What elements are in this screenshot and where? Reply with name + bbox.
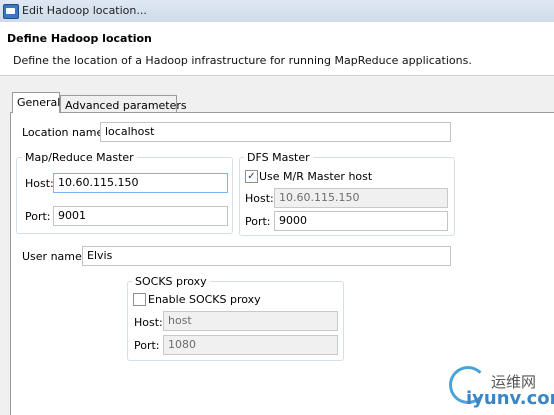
socks-host-label: Host: — [134, 316, 163, 329]
socks-proxy-title: SOCKS proxy — [132, 275, 210, 288]
tab-general[interactable]: General — [12, 92, 60, 113]
dfs-master-title: DFS Master — [244, 151, 313, 164]
mr-host-label: Host: — [25, 177, 54, 190]
page-description: Define the location of a Hadoop infrastr… — [13, 54, 472, 67]
location-name-label: Location name: — [22, 126, 107, 139]
page-title: Define Hadoop location — [7, 32, 152, 45]
mr-host-input[interactable]: 10.60.115.150 — [53, 173, 228, 193]
user-name-label: User name: — [22, 250, 86, 263]
mapreduce-master-title: Map/Reduce Master — [22, 151, 137, 164]
use-mr-master-host-checkbox[interactable]: ✓ — [245, 170, 258, 183]
location-name-input[interactable]: localhost — [100, 122, 451, 142]
mr-port-label: Port: — [25, 210, 51, 223]
app-window-icon — [3, 4, 19, 19]
enable-socks-proxy-checkbox[interactable] — [133, 293, 146, 306]
socks-port-label: Port: — [134, 339, 160, 352]
mr-port-input[interactable]: 9001 — [53, 206, 228, 226]
title-bar: Edit Hadoop location... — [0, 0, 554, 23]
watermark-url: iyunv.com — [466, 388, 554, 409]
dfs-port-input[interactable]: 9000 — [274, 211, 448, 231]
user-name-input[interactable]: Elvis — [82, 246, 451, 266]
window-title: Edit Hadoop location... — [22, 4, 147, 17]
socks-port-input[interactable]: 1080 — [163, 335, 338, 355]
dfs-host-input[interactable]: 10.60.115.150 — [274, 188, 448, 208]
dfs-host-label: Host: — [245, 192, 274, 205]
enable-socks-proxy-label: Enable SOCKS proxy — [148, 293, 261, 306]
socks-host-input[interactable]: host — [163, 311, 338, 331]
dialog-header: Define Hadoop location Define the locati… — [0, 22, 554, 76]
use-mr-master-host-label: Use M/R Master host — [259, 170, 373, 183]
dfs-port-label: Port: — [245, 215, 271, 228]
